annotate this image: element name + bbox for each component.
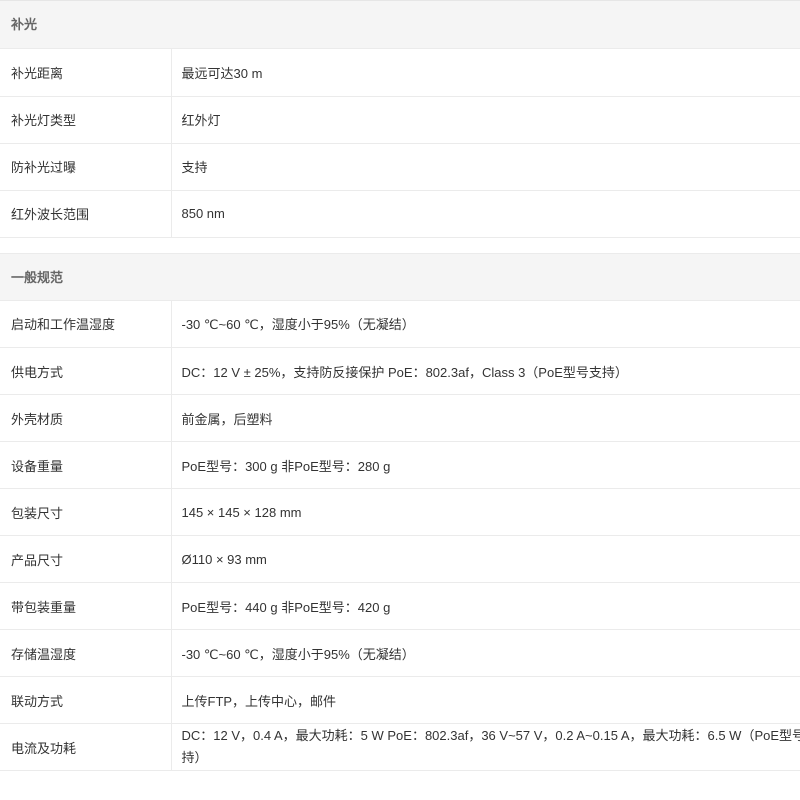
spec-table-fill-light: 补光距离 最远可达30 m 补光灯类型 红外灯 防补光过曝 支持 红外波长范围 … <box>0 49 800 238</box>
table-row: 红外波长范围 850 nm <box>0 190 800 238</box>
table-row: 供电方式 DC：12 V ± 25%，支持防反接保护 PoE：802.3af，C… <box>0 347 800 395</box>
row-value: -30 ℃~60 ℃，湿度小于95%（无凝结） <box>171 300 800 348</box>
row-label: 电流及功耗 <box>0 723 172 771</box>
row-value: DC：12 V ± 25%，支持防反接保护 PoE：802.3af，Class … <box>171 347 800 395</box>
row-label: 存储温湿度 <box>0 629 172 677</box>
section-header-general-spec: 一般规范 <box>0 252 800 301</box>
row-label: 红外波长范围 <box>0 190 172 238</box>
row-label: 补光距离 <box>0 49 172 97</box>
table-row: 防补光过曝 支持 <box>0 143 800 191</box>
row-value: 前金属，后塑料 <box>171 394 800 442</box>
table-row: 带包装重量 PoE型号：440 g 非PoE型号：420 g <box>0 582 800 630</box>
row-label: 联动方式 <box>0 676 172 724</box>
table-row: 联动方式 上传FTP，上传中心，邮件 <box>0 676 800 724</box>
spec-page: 补光 补光距离 最远可达30 m 补光灯类型 红外灯 防补光过曝 支持 红外波长… <box>0 0 800 800</box>
row-value: -30 ℃~60 ℃，湿度小于95%（无凝结） <box>171 629 800 677</box>
row-label: 外壳材质 <box>0 394 172 442</box>
table-row: 启动和工作温湿度 -30 ℃~60 ℃，湿度小于95%（无凝结） <box>0 300 800 348</box>
row-label: 设备重量 <box>0 441 172 489</box>
row-label: 带包装重量 <box>0 582 172 630</box>
row-value: PoE型号：300 g 非PoE型号：280 g <box>171 441 800 489</box>
table-row: 存储温湿度 -30 ℃~60 ℃，湿度小于95%（无凝结） <box>0 629 800 677</box>
table-row: 产品尺寸 Ø110 × 93 mm <box>0 535 800 583</box>
row-value: DC：12 V，0.4 A，最大功耗：5 W PoE：802.3af，36 V~… <box>171 723 800 771</box>
row-label: 包装尺寸 <box>0 488 172 536</box>
row-value: 红外灯 <box>171 96 800 144</box>
row-value: PoE型号：440 g 非PoE型号：420 g <box>171 582 800 630</box>
row-label: 补光灯类型 <box>0 96 172 144</box>
table-row: 外壳材质 前金属，后塑料 <box>0 394 800 442</box>
row-value: 850 nm <box>171 190 800 238</box>
row-label: 产品尺寸 <box>0 535 172 583</box>
row-value: 上传FTP，上传中心，邮件 <box>171 676 800 724</box>
row-value: 最远可达30 m <box>171 49 800 97</box>
row-label: 供电方式 <box>0 347 172 395</box>
section-gap <box>0 237 800 253</box>
table-row: 补光灯类型 红外灯 <box>0 96 800 144</box>
row-value: 145 × 145 × 128 mm <box>171 488 800 536</box>
table-row: 包装尺寸 145 × 145 × 128 mm <box>0 488 800 536</box>
spec-table-general: 启动和工作温湿度 -30 ℃~60 ℃，湿度小于95%（无凝结） 供电方式 DC… <box>0 300 800 771</box>
row-label: 防补光过曝 <box>0 143 172 191</box>
section-header-fill-light: 补光 <box>0 1 800 49</box>
row-value: Ø110 × 93 mm <box>171 535 800 583</box>
row-label: 启动和工作温湿度 <box>0 300 172 348</box>
table-row: 电流及功耗 DC：12 V，0.4 A，最大功耗：5 W PoE：802.3af… <box>0 723 800 771</box>
table-row: 补光距离 最远可达30 m <box>0 49 800 97</box>
table-row: 设备重量 PoE型号：300 g 非PoE型号：280 g <box>0 441 800 489</box>
row-value: 支持 <box>171 143 800 191</box>
